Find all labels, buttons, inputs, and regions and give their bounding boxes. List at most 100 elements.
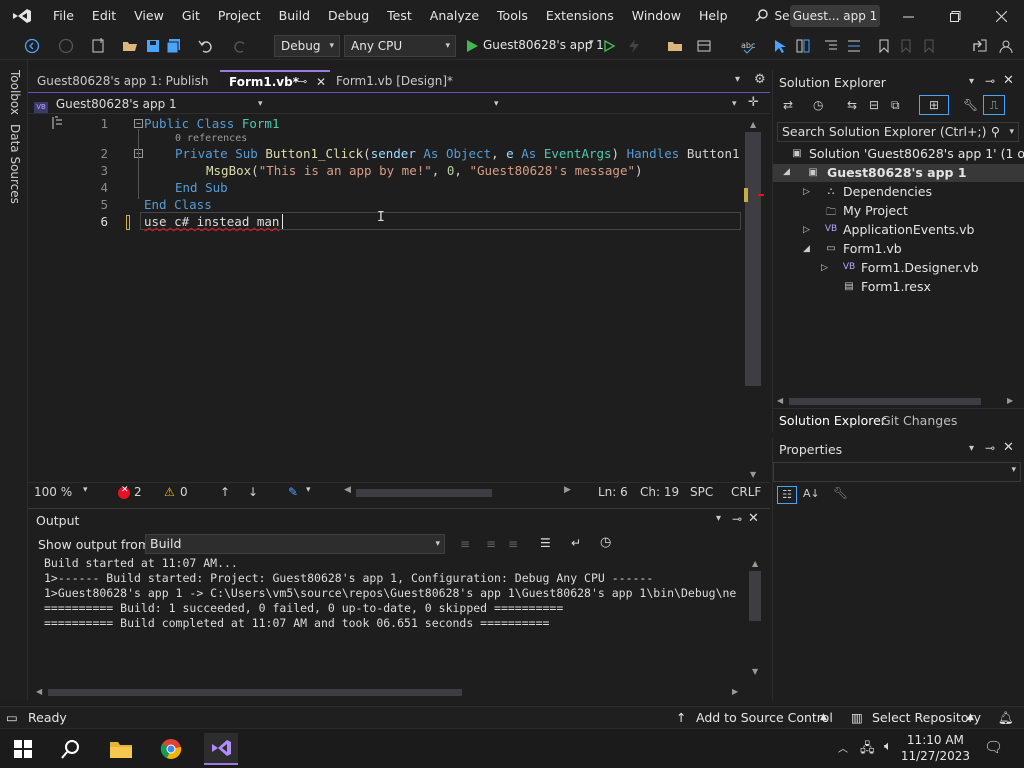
tab-form1-code[interactable]: Form1.vb* ⊸ ✕ xyxy=(220,70,330,92)
properties-wrench-icon[interactable]: 🔧︎ xyxy=(963,98,978,112)
close-panel-icon[interactable]: ✕ xyxy=(748,511,759,526)
close-window-button[interactable] xyxy=(978,0,1024,32)
tree-item-project[interactable]: ◢ ▣ Guest80628's app 1 xyxy=(773,164,1024,182)
maximize-button[interactable] xyxy=(932,0,978,32)
output-horizontal-scroll-thumb[interactable] xyxy=(48,689,462,696)
panel-menu-icon[interactable]: ▾ xyxy=(969,76,974,87)
scroll-down-icon[interactable]: ▼ xyxy=(752,667,758,676)
data-sources-tab[interactable]: Data Sources xyxy=(8,124,22,204)
code-editor[interactable]: 1 2 3 4 5 6 − − Public Class Form1 0 ref… xyxy=(28,114,770,482)
comment-icon[interactable] xyxy=(846,38,862,54)
undo-icon[interactable] xyxy=(198,38,214,54)
live-share-icon[interactable] xyxy=(972,38,988,54)
menu-git[interactable]: Git xyxy=(173,0,209,32)
chevron-down-icon[interactable]: ▾ xyxy=(589,38,594,48)
horizontal-scroll-thumb[interactable] xyxy=(356,489,492,497)
categorized-icon[interactable]: ☷ xyxy=(777,486,797,504)
bookmark-icon[interactable] xyxy=(876,38,892,54)
switch-views-icon[interactable]: ⊞ xyxy=(919,95,949,115)
go-to-next-message-icon[interactable]: ≡ xyxy=(486,537,496,551)
tree-item-form1-resx[interactable]: ▤ Form1.resx xyxy=(841,279,931,295)
history-icon[interactable]: ◷ xyxy=(813,98,823,112)
split-editor-icon[interactable]: ✛ xyxy=(748,95,759,110)
line-indicator[interactable]: Ln: 6 xyxy=(598,485,628,499)
network-icon[interactable]: 🖧︎ xyxy=(860,739,875,761)
panel-menu-icon[interactable]: ▾ xyxy=(969,443,974,454)
line-ending-indicator[interactable]: CRLF xyxy=(731,485,761,499)
scroll-up-icon[interactable]: ▲ xyxy=(752,559,758,568)
menu-analyze[interactable]: Analyze xyxy=(421,0,488,32)
select-element-icon[interactable] xyxy=(772,38,788,54)
go-to-previous-message-icon[interactable]: ≡ xyxy=(460,537,470,551)
start-debugging-icon[interactable] xyxy=(464,38,480,54)
collapsed-arrow-icon[interactable]: ▷ xyxy=(803,187,810,197)
output-vertical-scrollbar[interactable]: ▲ ▼ xyxy=(748,559,762,677)
scroll-left-icon[interactable]: ◀ xyxy=(36,687,42,696)
next-issue-icon[interactable]: ↓ xyxy=(248,485,258,499)
visual-studio-logo-icon[interactable] xyxy=(0,7,44,25)
expanded-arrow-icon[interactable]: ◢ xyxy=(783,167,790,177)
menu-file[interactable]: File xyxy=(44,0,83,32)
menu-build[interactable]: Build xyxy=(270,0,319,32)
menu-edit[interactable]: Edit xyxy=(83,0,125,32)
scroll-up-icon[interactable]: ▲ xyxy=(750,120,756,129)
tree-item-my-project[interactable]: 🗀︎ My Project xyxy=(823,203,908,219)
pending-changes-icon[interactable]: ⇆ xyxy=(847,98,857,112)
layout-icon[interactable] xyxy=(696,38,712,54)
member-dropdown[interactable]: ▾ xyxy=(508,95,740,113)
close-panel-icon[interactable]: ✕ xyxy=(1003,73,1014,88)
clear-all-icon[interactable]: ☰ xyxy=(540,536,551,550)
taskbar-search-icon[interactable] xyxy=(54,733,88,765)
previous-bookmark-icon[interactable] xyxy=(898,38,914,54)
taskbar-clock[interactable]: 11:10 AM 11/27/2023 xyxy=(901,732,970,764)
tree-item-form1-designer[interactable]: VB Form1.Designer.vb xyxy=(841,260,979,276)
project-dropdown[interactable]: VB Guest80628's app 1 ▾ xyxy=(34,95,268,113)
hot-reload-icon[interactable] xyxy=(626,38,642,54)
navigate-back-icon[interactable] xyxy=(24,38,40,54)
type-dropdown[interactable]: ▾ xyxy=(272,95,504,113)
tree-item-dependencies[interactable]: ⛬ Dependencies xyxy=(823,184,932,200)
scroll-right-icon[interactable]: ▶ xyxy=(732,687,738,696)
save-all-icon[interactable] xyxy=(166,38,182,54)
alphabetical-icon[interactable]: A↓ xyxy=(803,487,820,500)
new-project-icon[interactable] xyxy=(90,38,106,54)
scroll-left-icon[interactable]: ◀ xyxy=(777,396,783,405)
toolbox-tab[interactable]: Toolbox xyxy=(8,70,22,115)
scroll-right-icon[interactable]: ▶ xyxy=(564,485,571,495)
outdent-icon[interactable] xyxy=(823,38,839,54)
chevron-up-icon[interactable]: ▲ xyxy=(967,712,974,722)
menu-project[interactable]: Project xyxy=(209,0,270,32)
window-title[interactable]: Guest... app 1 xyxy=(790,5,880,27)
show-hidden-icons-icon[interactable]: ︿ xyxy=(838,740,848,755)
pin-icon[interactable]: ⊸ xyxy=(732,512,742,526)
minimize-button[interactable] xyxy=(885,0,931,32)
windows-start-icon[interactable] xyxy=(6,733,40,765)
scrollbar-thumb[interactable] xyxy=(745,132,761,386)
tab-publish[interactable]: Guest80628's app 1: Publish xyxy=(28,70,218,92)
feedback-icon[interactable] xyxy=(998,38,1014,54)
properties-object-select[interactable]: ▾ xyxy=(773,462,1021,482)
save-icon[interactable] xyxy=(145,38,161,54)
scroll-right-icon[interactable]: ▶ xyxy=(1007,396,1013,405)
previous-issue-icon[interactable]: ↑ xyxy=(220,485,230,499)
chevron-up-icon[interactable]: ▲ xyxy=(820,712,827,722)
editor-vertical-scrollbar[interactable]: ▲ ▼ xyxy=(744,118,764,480)
live-tree-icon[interactable] xyxy=(795,38,811,54)
redo-icon[interactable] xyxy=(232,38,248,54)
column-indicator[interactable]: Ch: 19 xyxy=(640,485,679,499)
menu-window[interactable]: Window xyxy=(623,0,690,32)
codelens-references[interactable]: 0 references xyxy=(175,133,247,144)
scrollbar-thumb[interactable] xyxy=(749,571,761,621)
file-explorer-icon[interactable] xyxy=(104,733,138,765)
warning-icon[interactable]: ⚠ xyxy=(164,485,175,499)
solution-search-input[interactable]: Search Solution Explorer (Ctrl+;) ⚲ ▾ xyxy=(777,122,1019,142)
tree-item-solution[interactable]: ▣ Solution 'Guest80628's app 1' (1 of 1 p… xyxy=(789,146,1024,162)
menu-tools[interactable]: Tools xyxy=(488,0,537,32)
code-cleanup-icon[interactable]: ✎ xyxy=(288,485,298,499)
tree-item-application-events[interactable]: VB ApplicationEvents.vb xyxy=(823,222,975,238)
tree-item-form1[interactable]: ▭ Form1.vb xyxy=(823,241,901,257)
collapsed-arrow-icon[interactable]: ▷ xyxy=(821,263,828,273)
pin-icon[interactable]: ⊸ xyxy=(985,74,995,88)
property-pages-icon[interactable]: 🔧︎ xyxy=(833,486,848,500)
action-center-icon[interactable]: 🗨︎ xyxy=(984,738,1003,756)
